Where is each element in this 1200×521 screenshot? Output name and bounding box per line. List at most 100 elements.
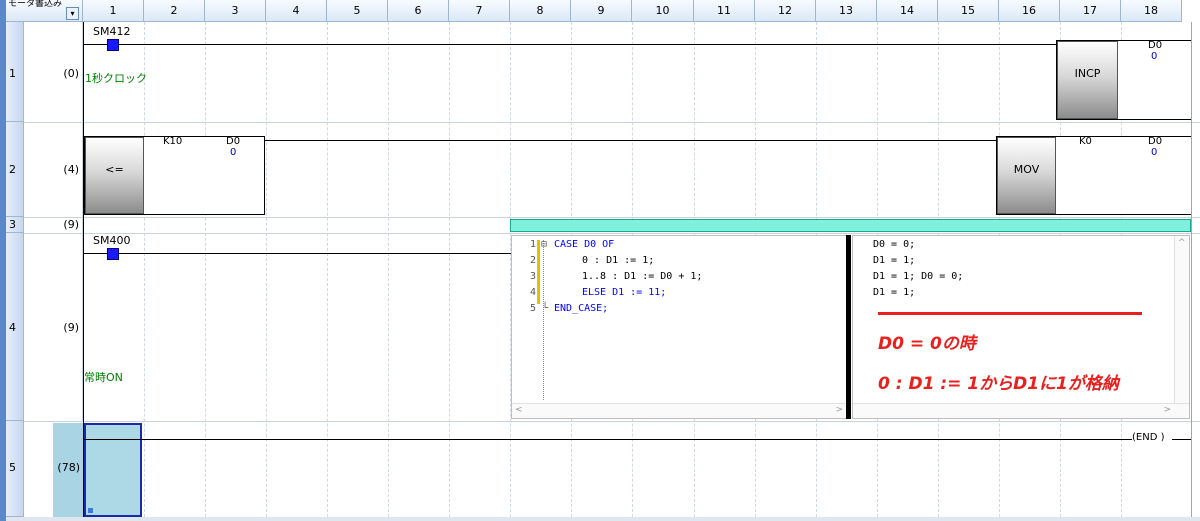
code-line[interactable]: 0 : D1 := 1; — [582, 255, 654, 266]
column-header-15[interactable]: 15 — [938, 0, 999, 22]
cursor-corner-marker — [88, 508, 93, 513]
column-header-9[interactable]: 9 — [571, 0, 632, 22]
step-number-cell: (78) — [24, 421, 83, 517]
rung-wire — [1172, 439, 1192, 440]
scroll-up-icon[interactable]: ^ — [1178, 238, 1186, 248]
horizontal-scrollbar[interactable]: > — [853, 403, 1189, 418]
column-header-14[interactable]: 14 — [877, 0, 938, 22]
vertical-scrollbar[interactable]: ^ — [1174, 236, 1189, 418]
operand-value: 0 — [230, 147, 237, 158]
column-header-10[interactable]: 10 — [632, 0, 694, 22]
ladder-editor: モータ書込み ▾ 1 2 3 4 5 6 7 8 9 10 11 12 13 14 15 16 17 18 1 2… — [0, 0, 1200, 521]
bottom-scrollbar[interactable] — [6, 517, 1200, 521]
chevron-down-icon[interactable]: ▾ — [66, 7, 79, 20]
code-line[interactable]: 1..8 : D1 := D0 + 1; — [582, 271, 702, 282]
column-header-1[interactable]: 1 — [83, 0, 144, 22]
scroll-left-icon[interactable]: < — [515, 405, 523, 415]
column-header-17[interactable]: 17 — [1060, 0, 1121, 22]
contact-on-indicator[interactable] — [107, 248, 119, 260]
step-number-cell: (0) — [24, 22, 83, 122]
column-header-16[interactable]: 16 — [999, 0, 1060, 22]
cell-cursor[interactable] — [84, 423, 142, 517]
contact-device-label: SM400 — [93, 234, 131, 247]
fold-toggle-icon[interactable]: ⊟ — [541, 239, 547, 250]
right-power-rail — [1191, 22, 1192, 517]
contact-comment: 1秒クロック — [85, 72, 147, 85]
line-number: 3 — [529, 271, 536, 282]
rung-wire — [265, 140, 996, 141]
column-header-5[interactable]: 5 — [327, 0, 388, 22]
column-header-7[interactable]: 7 — [449, 0, 510, 22]
row-number-cell[interactable]: 5 — [6, 421, 24, 517]
instruction-name: MOV — [1013, 163, 1040, 176]
column-header-6[interactable]: 6 — [388, 0, 449, 22]
step-number: (9) — [63, 321, 79, 334]
annotation-underline — [878, 312, 1142, 315]
code-line[interactable]: END_CASE; — [554, 303, 608, 314]
row-divider — [6, 122, 1200, 123]
column-header-12[interactable]: 12 — [755, 0, 816, 22]
scroll-right-icon[interactable]: > — [1163, 405, 1171, 415]
step-number-cell: (9) — [24, 217, 83, 233]
instruction-button-compare[interactable]: <= — [85, 137, 144, 214]
line-number: 4 — [529, 287, 536, 298]
contact-on-indicator[interactable] — [107, 39, 119, 51]
column-header-18[interactable]: 18 — [1121, 0, 1182, 22]
column-grid-line — [144, 22, 145, 517]
row-number-cell[interactable]: 2 — [6, 122, 24, 217]
operand-label: D0 — [1148, 40, 1163, 51]
row-number: 1 — [9, 67, 16, 80]
st-code-editor[interactable]: 1 2 3 4 5 ⊟ └ CASE D0 OF 0 : D1 := 1; 1.… — [511, 235, 847, 419]
row-number-cell[interactable]: 1 — [6, 22, 24, 122]
operand-value: 0 — [1151, 51, 1158, 62]
column-header-4[interactable]: 4 — [266, 0, 327, 22]
column-header-13[interactable]: 13 — [816, 0, 877, 22]
line-number: 5 — [529, 303, 536, 314]
rung-wire — [119, 253, 511, 254]
column-header-2[interactable]: 2 — [144, 0, 205, 22]
step-number-cell: (4) — [24, 122, 83, 217]
fold-end-icon: └ — [542, 303, 549, 314]
horizontal-scrollbar[interactable]: < > — [512, 403, 846, 418]
step-number: (0) — [63, 67, 79, 80]
change-marker — [537, 240, 540, 304]
instruction-name: INCP — [1074, 67, 1101, 80]
scroll-right-icon[interactable]: > — [835, 405, 843, 415]
step-number: (4) — [63, 163, 79, 176]
row-number: 3 — [9, 218, 16, 231]
header-first-column-label: モータ書込み — [8, 0, 63, 9]
instruction-name: <= — [105, 163, 124, 176]
row-divider — [6, 217, 1200, 218]
code-line[interactable]: ELSE D1 := 11; — [582, 287, 666, 298]
row-number-cell[interactable]: 3 — [6, 217, 24, 233]
operand-label: K0 — [1079, 136, 1092, 147]
column-grid-line — [449, 22, 450, 517]
operand-label: D0 — [1148, 136, 1163, 147]
line-number: 2 — [529, 255, 536, 266]
row-number: 2 — [9, 163, 16, 176]
splitter-handle[interactable] — [846, 235, 851, 419]
monitor-line: D1 = 1; D0 = 0; — [873, 271, 964, 282]
column-header-11[interactable]: 11 — [694, 0, 755, 22]
rung-wire — [119, 44, 1056, 45]
step-number-cell: (9) — [24, 233, 83, 421]
column-grid-line — [327, 22, 328, 517]
row-divider — [6, 233, 1200, 234]
step-number: (78) — [57, 461, 80, 474]
code-line[interactable]: CASE D0 OF — [554, 239, 614, 250]
column-grid-line — [266, 22, 267, 517]
column-grid-line — [205, 22, 206, 517]
instruction-button-mov[interactable]: MOV — [997, 137, 1056, 214]
column-header-8[interactable]: 8 — [510, 0, 571, 22]
row-number: 5 — [9, 461, 16, 474]
operand-value: 0 — [1151, 147, 1158, 158]
row-divider — [6, 421, 1200, 422]
column-header-3[interactable]: 3 — [205, 0, 266, 22]
column-grid-line — [388, 22, 389, 517]
rung-wire — [83, 253, 107, 254]
end-instruction[interactable]: (END ) — [1132, 432, 1165, 443]
instruction-button-incp[interactable]: INCP — [1057, 41, 1118, 119]
row-number-cell[interactable]: 4 — [6, 233, 24, 421]
inline-st-header-bar[interactable] — [510, 219, 1191, 232]
step-number: (9) — [63, 218, 79, 231]
